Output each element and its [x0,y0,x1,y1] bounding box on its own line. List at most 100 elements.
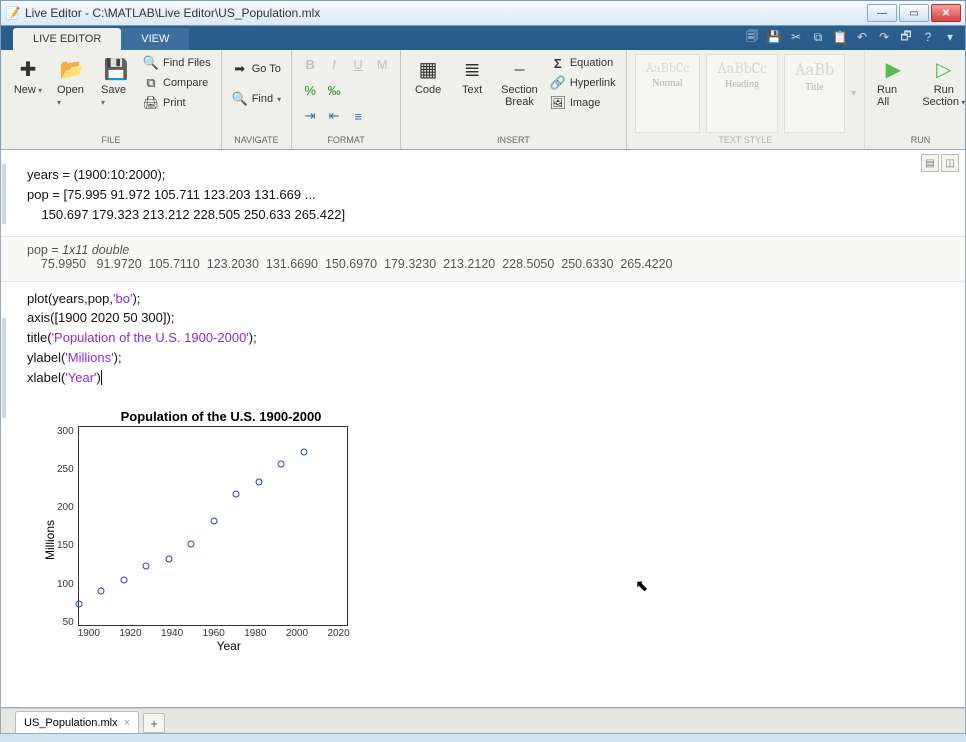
group-insert: ▦Code ≣Text ⎯Section Break ΣEquation 🔗 Hy… [401,50,627,149]
code-line: plot(years,pop, [27,291,113,306]
goto-button[interactable]: ➡Go To [230,60,283,78]
code-string: 'bo' [113,291,132,306]
find-files-label: Find Files [163,57,211,69]
code-block-2[interactable]: plot(years,pop,'bo'); axis([1900 2020 50… [1,282,965,399]
qat-minimize-ribbon-icon[interactable]: ▾ [941,28,959,46]
chart-marker [233,491,240,498]
group-textstyle-label: TEXT STYLE [635,133,856,149]
find-button[interactable]: 🔍Find ▾ [230,90,283,108]
new-button[interactable]: ✚ New [9,54,47,98]
hyperlink-icon: 🔗 [550,75,566,91]
save-button[interactable]: 💾 Save [97,54,135,110]
save-icon: 💾 [103,56,129,82]
chart-marker [75,600,82,607]
find-files-button[interactable]: 🔍 Find Files [141,54,213,72]
output-right-icon[interactable]: ◫ [941,154,959,172]
output-inline-icon[interactable]: ▤ [921,154,939,172]
code-line: ); [114,350,122,365]
italic-icon[interactable]: I [324,54,344,74]
output-block: pop = 1x11 double 75.9950 91.9720 105.71… [1,236,965,282]
chart-marker [278,461,285,468]
qat-save-icon[interactable]: 💾 [765,28,783,46]
find-label: Find [252,93,273,105]
qat-switch-windows-icon[interactable]: 🗗 [897,28,915,46]
open-button[interactable]: 📂 Open [53,54,91,110]
qat-doc-icon[interactable]: 🗐 [743,28,761,46]
compare-button[interactable]: ⧉Compare [141,74,213,92]
text-cursor [101,370,102,385]
new-icon: ✚ [15,56,41,82]
smart-indent-icon[interactable]: ≡ [348,106,368,126]
indent-icon[interactable]: ⇥ [300,106,320,126]
image-button[interactable]: 🖼Image [548,94,618,112]
style-title[interactable]: AaBbTitle [784,54,845,133]
section-break-icon: ⎯ [506,56,532,82]
chart-marker [165,556,172,563]
chart-marker [210,518,217,525]
run-all-icon: ▶ [880,56,906,82]
style-heading[interactable]: AaBbCcHeading [706,54,778,133]
run-all-button[interactable]: ▶Run All [873,54,914,110]
chart-title: Population of the U.S. 1900-2000 [41,409,401,424]
group-navigate-label: NAVIGATE [230,133,283,149]
qat-copy-icon[interactable]: ⧉ [809,28,827,46]
qat-help-icon[interactable]: ? [919,28,937,46]
minimize-button[interactable]: — [867,4,897,22]
add-tab-button[interactable]: + [143,713,165,733]
goto-icon: ➡ [232,61,248,77]
underline-icon[interactable]: U [348,54,368,74]
qat-undo-icon[interactable]: ↶ [853,28,871,46]
find-files-icon: 🔍 [143,55,159,71]
mouse-cursor-icon: ⬉ [635,576,648,596]
run-section-button[interactable]: ▷Run Section [920,54,966,110]
equation-label: Equation [570,57,613,69]
style-normal[interactable]: AaBbCcNormal [635,54,701,133]
uncomment-icon[interactable]: ‰ [324,80,344,100]
chart-marker [255,478,262,485]
document-tabs-bar: US_Population.mlx × + [0,708,966,734]
style-gallery-more-icon[interactable]: ▾ [851,54,856,133]
print-button[interactable]: 🖨Print [141,94,213,112]
print-icon: 🖨 [143,95,159,111]
insert-code-button[interactable]: ▦Code [409,54,447,98]
chart-plot-area [78,426,348,626]
toolstrip-tabs: LIVE EDITOR VIEW 🗐 💾 ✂ ⧉ 📋 ↶ ↷ 🗗 ? ▾ [1,26,965,50]
close-tab-icon[interactable]: × [124,717,130,729]
code-block-1[interactable]: years = (1900:10:2000); pop = [75.995 91… [1,150,965,236]
qat-cut-icon[interactable]: ✂ [787,28,805,46]
equation-button[interactable]: ΣEquation [548,54,618,72]
group-file-label: FILE [9,133,213,149]
code-line: ); [132,291,140,306]
insert-text-button[interactable]: ≣Text [453,54,491,98]
qat-paste-icon[interactable]: 📋 [831,28,849,46]
editor-area[interactable]: ▤ ◫ years = (1900:10:2000); pop = [75.99… [0,150,966,708]
group-format-label: FORMAT [300,133,392,149]
group-insert-label: INSERT [409,133,618,149]
monospace-icon[interactable]: M [372,54,392,74]
code-line: axis([1900 2020 50 300]); [27,310,174,325]
tab-live-editor[interactable]: LIVE EDITOR [13,28,121,50]
hyperlink-button[interactable]: 🔗 Hyperlink [548,74,618,92]
close-button[interactable]: ✕ [931,4,961,22]
titlebar: 📝 Live Editor - C:\MATLAB\Live Editor\US… [0,0,966,26]
document-tab[interactable]: US_Population.mlx × [15,711,139,733]
comment-icon[interactable]: % [300,80,320,100]
tab-view[interactable]: VIEW [121,28,189,50]
chart-output: Population of the U.S. 1900-2000 Million… [41,409,401,653]
open-label: Open [57,84,87,108]
hyperlink-label: Hyperlink [570,77,616,89]
outdent-icon[interactable]: ⇤ [324,106,344,126]
code-icon: ▦ [415,56,441,82]
qat-redo-icon[interactable]: ↷ [875,28,893,46]
code-line: xlabel( [27,370,65,385]
group-format: B I U M % ‰ ⇥ ⇤ ≡ FORMAT [292,50,401,149]
bold-icon[interactable]: B [300,54,320,74]
code-string: 'Population of the U.S. 1900-2000' [52,330,249,345]
code-string: 'Year' [65,370,96,385]
group-navigate: ➡Go To 🔍Find ▾ NAVIGATE [222,50,292,149]
section-indicator [2,164,6,224]
maximize-button[interactable]: ▭ [899,4,929,22]
group-run: ▶Run All ▷Run Section RUN [865,50,966,149]
section-break-button[interactable]: ⎯Section Break [497,54,542,110]
run-section-label: Run Section [922,84,965,108]
